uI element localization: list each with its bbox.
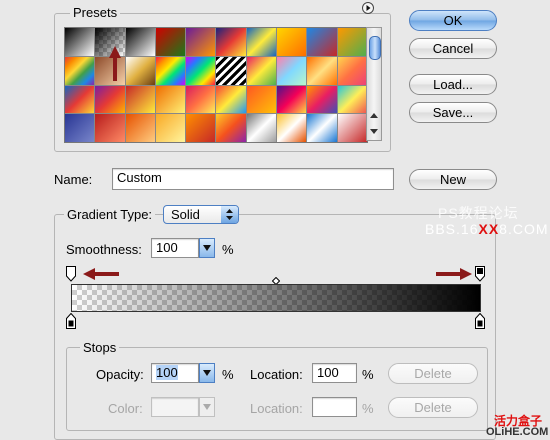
scroll-down-icon[interactable] bbox=[367, 125, 381, 137]
stops-group bbox=[66, 347, 488, 431]
preset-swatch[interactable] bbox=[277, 114, 307, 142]
gradient-preview-bar[interactable] bbox=[71, 284, 481, 312]
save-button[interactable]: Save... bbox=[409, 102, 497, 123]
stops-legend: Stops bbox=[80, 340, 120, 355]
preset-swatch[interactable] bbox=[246, 114, 277, 142]
opacity-location-unit: % bbox=[362, 367, 374, 382]
annotation-left-arrow-icon bbox=[83, 268, 119, 280]
opacity-stop-right-icon[interactable] bbox=[475, 266, 485, 282]
preset-swatch[interactable] bbox=[186, 85, 216, 114]
color-label: Color: bbox=[108, 401, 143, 416]
preset-swatch[interactable] bbox=[277, 56, 307, 85]
preset-swatch[interactable] bbox=[125, 56, 155, 85]
gradient-type-label: Gradient Type: bbox=[64, 207, 156, 222]
load-button[interactable]: Load... bbox=[409, 74, 497, 95]
watermark-url: BBS.16XX8.COM bbox=[425, 221, 549, 237]
color-location-unit: % bbox=[362, 401, 374, 416]
watermark-url-prefix: BBS.16 bbox=[425, 221, 479, 237]
preset-swatch[interactable] bbox=[125, 28, 155, 56]
opacity-unit: % bbox=[222, 367, 234, 382]
preset-swatch[interactable] bbox=[277, 85, 307, 114]
color-swatch-field[interactable] bbox=[151, 397, 199, 417]
preset-swatch[interactable] bbox=[186, 114, 216, 142]
preset-swatch[interactable] bbox=[216, 56, 246, 85]
preset-swatch[interactable] bbox=[246, 28, 277, 56]
opacity-field[interactable]: 100 bbox=[151, 363, 199, 383]
preset-swatch[interactable] bbox=[307, 85, 337, 114]
gradient-type-value: Solid bbox=[171, 207, 200, 222]
scroll-up-icon[interactable] bbox=[367, 110, 381, 122]
opacity-location-field[interactable]: 100 bbox=[312, 363, 357, 383]
preset-swatch[interactable] bbox=[246, 85, 277, 114]
preset-swatch[interactable] bbox=[95, 114, 125, 142]
preset-swatch[interactable] bbox=[155, 85, 186, 114]
preset-swatch[interactable] bbox=[65, 56, 95, 85]
preset-swatch[interactable] bbox=[246, 56, 277, 85]
preset-swatch[interactable] bbox=[125, 114, 155, 142]
annotation-right-arrow-icon bbox=[436, 268, 472, 280]
color-location-field[interactable] bbox=[312, 397, 357, 417]
opacity-location-label: Location: bbox=[250, 367, 303, 382]
preset-swatch[interactable] bbox=[337, 28, 367, 56]
smoothness-unit: % bbox=[222, 242, 234, 257]
preset-swatch-grid bbox=[64, 27, 368, 143]
preset-swatch[interactable] bbox=[65, 114, 95, 142]
scrollbar-thumb[interactable] bbox=[369, 36, 381, 60]
watermark-forum-text: PS教程论坛 bbox=[438, 205, 519, 221]
preset-swatch[interactable] bbox=[216, 85, 246, 114]
preset-swatch[interactable] bbox=[337, 56, 367, 85]
cancel-button[interactable]: Cancel bbox=[409, 38, 497, 59]
opacity-value: 100 bbox=[156, 365, 178, 380]
opacity-dropdown-icon[interactable] bbox=[199, 363, 215, 383]
name-field[interactable]: Custom bbox=[112, 168, 394, 190]
opacity-delete-button[interactable]: Delete bbox=[388, 363, 478, 384]
color-stop-left-icon[interactable] bbox=[66, 313, 76, 329]
presets-menu-icon[interactable] bbox=[362, 2, 374, 14]
ok-button[interactable]: OK bbox=[409, 10, 497, 31]
preset-swatch[interactable] bbox=[186, 28, 216, 56]
preset-swatch[interactable] bbox=[155, 114, 186, 142]
preset-swatch[interactable] bbox=[65, 28, 95, 56]
opacity-stop-left-icon[interactable] bbox=[66, 266, 76, 282]
preset-swatch[interactable] bbox=[155, 56, 186, 85]
color-delete-button[interactable]: Delete bbox=[388, 397, 478, 418]
preset-swatch[interactable] bbox=[95, 85, 125, 114]
preset-swatch[interactable] bbox=[307, 114, 337, 142]
preset-swatch[interactable] bbox=[307, 56, 337, 85]
preset-swatch[interactable] bbox=[155, 28, 186, 56]
smoothness-dropdown-icon[interactable] bbox=[199, 238, 215, 258]
presets-legend: Presets bbox=[70, 5, 121, 20]
new-button[interactable]: New bbox=[409, 169, 497, 190]
preset-swatch[interactable] bbox=[307, 28, 337, 56]
preset-swatch[interactable] bbox=[216, 28, 246, 56]
brand-watermark-url: OLiHE.COM bbox=[486, 426, 549, 438]
color-dropdown-icon[interactable] bbox=[199, 397, 215, 417]
preset-swatch[interactable] bbox=[277, 28, 307, 56]
color-location-label: Location: bbox=[250, 401, 303, 416]
preset-swatch[interactable] bbox=[337, 85, 367, 114]
preset-swatch[interactable] bbox=[186, 56, 216, 85]
annotation-up-arrow-icon bbox=[109, 46, 121, 81]
watermark-url-suffix: 8.COM bbox=[499, 221, 549, 237]
opacity-label: Opacity: bbox=[96, 367, 144, 382]
name-label: Name: bbox=[54, 172, 93, 187]
smoothness-label: Smoothness: bbox=[66, 242, 142, 257]
presets-scrollbar[interactable] bbox=[366, 27, 382, 141]
watermark-url-xx: XX bbox=[478, 221, 500, 237]
preset-swatch[interactable] bbox=[125, 85, 155, 114]
preset-swatch[interactable] bbox=[65, 85, 95, 114]
gradient-type-select[interactable]: Solid bbox=[163, 205, 239, 224]
color-stop-right-icon[interactable] bbox=[475, 313, 485, 329]
preset-swatch[interactable] bbox=[216, 114, 246, 142]
smoothness-field[interactable]: 100 bbox=[151, 238, 199, 258]
up-down-arrows-icon bbox=[221, 206, 238, 223]
preset-swatch[interactable] bbox=[337, 114, 367, 142]
